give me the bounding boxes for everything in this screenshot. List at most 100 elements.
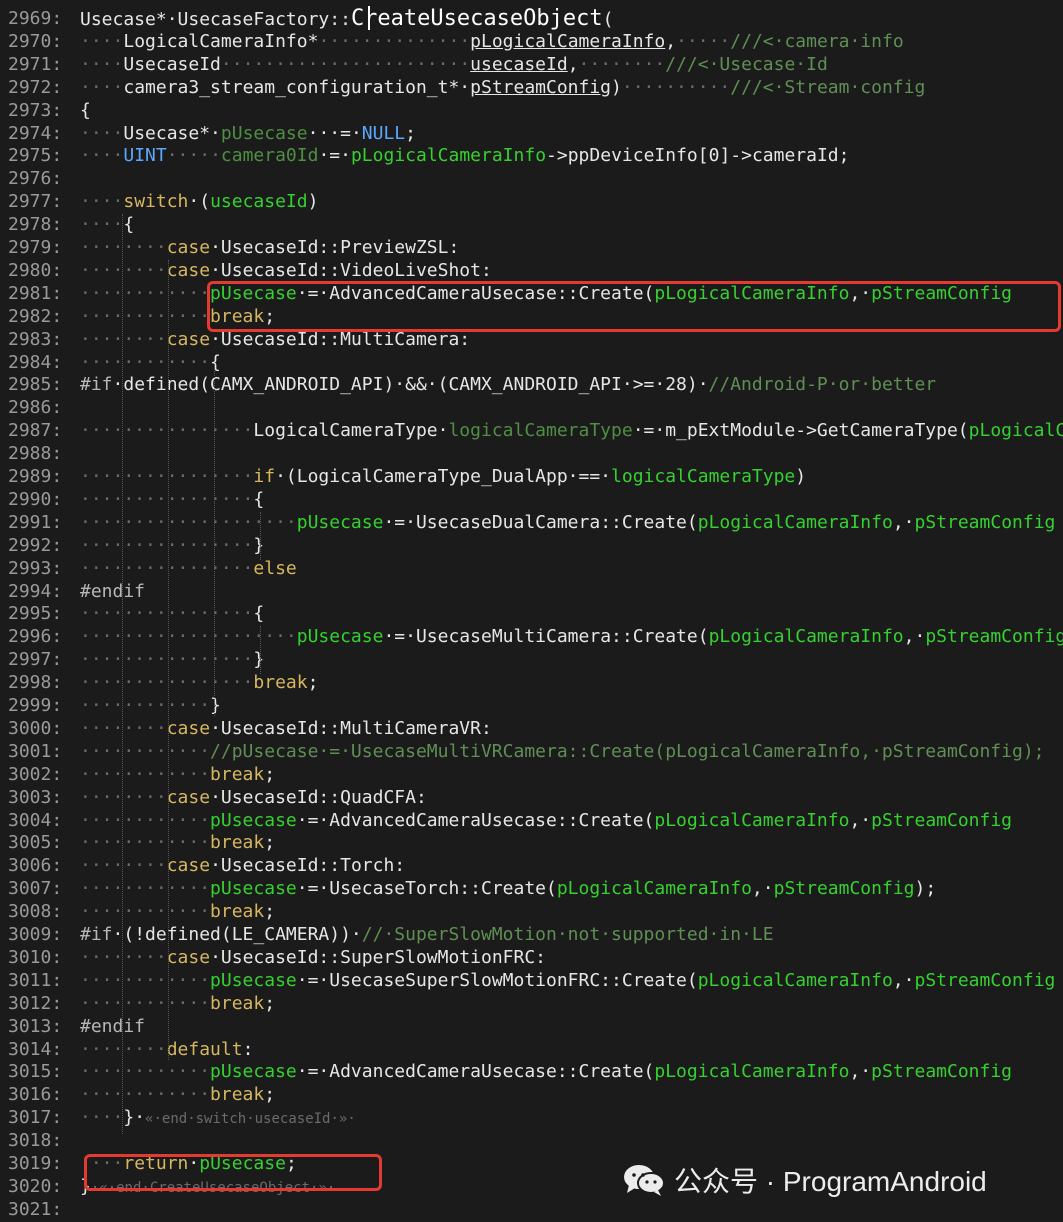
code-text: ············break; [80, 831, 275, 854]
code-token: ·UsecaseId::VideoLiveShot: [210, 259, 492, 281]
code-token: , [567, 53, 579, 75]
code-line[interactable]: 2998: ················break; [0, 671, 1063, 694]
code-token: ; [264, 763, 276, 785]
code-token: { [253, 488, 265, 510]
code-line[interactable]: 2970: ····LogicalCameraInfo*·············… [0, 30, 1063, 53]
code-line[interactable]: 2980: ········case·UsecaseId::VideoLiveSh… [0, 259, 1063, 282]
code-editor[interactable]: 2969: Usecase*·UsecaseFactory::CreateUsec… [0, 0, 1063, 1222]
code-line[interactable]: 2989: ················if·(LogicalCameraTy… [0, 465, 1063, 488]
code-token: ············ [80, 901, 211, 923]
code-token: }· [123, 1107, 146, 1129]
indent-guide [168, 260, 169, 1060]
line-number: 3005: [8, 832, 63, 854]
code-line[interactable]: 2973: { [0, 99, 1063, 122]
code-token: else [253, 557, 297, 579]
code-line[interactable]: 2977: ····switch·(usecaseId) [0, 190, 1063, 213]
code-line[interactable]: 2985: #if·defined(CAMX_ANDROID_API)·&&·(C… [0, 373, 1063, 396]
code-line[interactable]: 2984: ············{ [0, 351, 1063, 374]
code-line[interactable]: 2969: Usecase*·UsecaseFactory::CreateUsec… [0, 7, 1063, 30]
line-number: 3016: [8, 1084, 63, 1106]
code-token: case [166, 786, 211, 808]
code-token: } [253, 649, 265, 671]
code-line[interactable]: 2971: ····UsecaseId······················… [0, 53, 1063, 76]
code-token: camera0Id [220, 145, 319, 167]
highlight-box-advanced-usecase [207, 281, 1061, 332]
code-token: logicalCameraType [611, 466, 796, 487]
code-text: ····{ [80, 213, 134, 236]
code-line[interactable]: 3015: ············pUsecase·=·AdvancedCame… [0, 1060, 1063, 1083]
code-line[interactable]: 2988: [0, 442, 1063, 465]
indent-guide [122, 214, 123, 1134]
code-line[interactable]: 3012: ············break; [0, 992, 1063, 1015]
line-number: 2971: [8, 53, 63, 75]
code-line[interactable]: 2996: ····················pUsecase·=·Usec… [0, 625, 1063, 648]
code-line[interactable]: 2999: ············} [0, 694, 1063, 717]
code-token: pLogicalCameraInfo [654, 1061, 850, 1083]
code-token: //·SuperSlowMotion·not·supported·in·LE [361, 924, 774, 945]
code-line[interactable]: 2994: #endif [0, 580, 1063, 603]
code-token: NULL [361, 122, 406, 144]
line-number: 2996: [8, 626, 63, 648]
code-token: «·end·switch·usecaseId·»· [145, 1111, 356, 1128]
line-number: 3008: [8, 901, 63, 923]
text-cursor [368, 6, 370, 30]
code-line[interactable]: 3014: ········default: [0, 1038, 1063, 1061]
code-token: ·UsecaseId::MultiCameraVR: [210, 717, 492, 739]
code-token: pUsecase [220, 122, 308, 144]
code-line[interactable]: 3013: #endif [0, 1015, 1063, 1038]
line-number: 2985: [8, 374, 63, 396]
code-line[interactable]: 3007: ············pUsecase·=·UsecaseTorch… [0, 877, 1063, 900]
code-text: ············pUsecase·=·UsecaseTorch::Cre… [80, 877, 936, 900]
code-token: Usecase*· [123, 122, 221, 144]
code-line[interactable]: 2991: ····················pUsecase·=·Usec… [0, 511, 1063, 534]
code-line[interactable]: 2975: ····UINT·····camera0Id·=·pLogicalCa… [0, 144, 1063, 167]
code-line[interactable]: 2993: ················else [0, 557, 1063, 580]
code-line[interactable]: 3005: ············break; [0, 831, 1063, 854]
code-line[interactable]: 2992: ················} [0, 534, 1063, 557]
code-token: usecaseId [470, 53, 568, 75]
code-line[interactable]: 3003: ········case·UsecaseId::QuadCFA: [0, 786, 1063, 809]
code-line[interactable]: 3000: ········case·UsecaseId::MultiCamera… [0, 717, 1063, 740]
code-line[interactable]: 3010: ········case·UsecaseId::SuperSlowMo… [0, 946, 1063, 969]
code-line[interactable]: 2972: ····camera3_stream_configuration_t*… [0, 76, 1063, 99]
indent-guide [214, 364, 215, 716]
code-line[interactable]: 2997: ················} [0, 648, 1063, 671]
code-line[interactable]: 2976: [0, 167, 1063, 190]
code-line[interactable]: 3009: #if·(!defined(LE_CAMERA))·//·SuperS… [0, 923, 1063, 946]
line-number: 2984: [8, 351, 63, 373]
code-token: ; [307, 672, 319, 694]
line-number: 2982: [8, 305, 63, 327]
code-token: #endif [80, 1015, 146, 1037]
code-line[interactable]: 2978: ····{ [0, 213, 1063, 236]
code-text: ············pUsecase·=·AdvancedCameraUse… [80, 1060, 1012, 1083]
code-text: #endif [80, 1015, 145, 1038]
code-token: ·=·UsecaseSuperSlowMotionFRC::Create( [296, 969, 698, 991]
code-token: ············ [80, 1084, 211, 1106]
code-token: ············ [80, 695, 211, 716]
code-line[interactable]: 3001: ············//pUsecase·=·UsecaseMul… [0, 740, 1063, 763]
code-token: pStreamConfig [871, 1061, 1013, 1083]
code-token: default [166, 1038, 243, 1060]
code-line[interactable]: 3016: ············break; [0, 1083, 1063, 1106]
code-line[interactable]: 3002: ············break; [0, 763, 1063, 786]
line-number: 2972: [8, 76, 63, 98]
code-line[interactable]: 2986: [0, 396, 1063, 419]
code-text: ············} [80, 694, 221, 717]
code-text: #if·defined(CAMX_ANDROID_API)·&&·(CAMX_A… [80, 373, 936, 396]
code-token: ,· [849, 1061, 872, 1083]
code-line[interactable]: 3006: ········case·UsecaseId::Torch: [0, 854, 1063, 877]
code-text: ················if·(LogicalCameraType_Du… [80, 465, 806, 488]
code-line[interactable]: 2979: ········case·UsecaseId::PreviewZSL: [0, 236, 1063, 259]
code-line[interactable]: 3011: ············pUsecase·=·UsecaseSuper… [0, 969, 1063, 992]
code-token: ················ [80, 649, 254, 671]
code-line[interactable]: 3017: ····}·«·end·switch·usecaseId·»· [0, 1106, 1063, 1129]
code-line[interactable]: 2995: ················{ [0, 602, 1063, 625]
code-line[interactable]: 3004: ············pUsecase·=·AdvancedCame… [0, 809, 1063, 832]
code-line[interactable]: 2987: ················LogicalCameraType·l… [0, 419, 1063, 442]
code-line[interactable]: 3018: [0, 1129, 1063, 1152]
code-line[interactable]: 2974: ····Usecase*·pUsecase···=·NULL; [0, 122, 1063, 145]
code-token: ( [602, 9, 614, 30]
code-line[interactable]: 3008: ············break; [0, 900, 1063, 923]
code-line[interactable]: 2990: ················{ [0, 488, 1063, 511]
code-token: case [166, 855, 211, 877]
